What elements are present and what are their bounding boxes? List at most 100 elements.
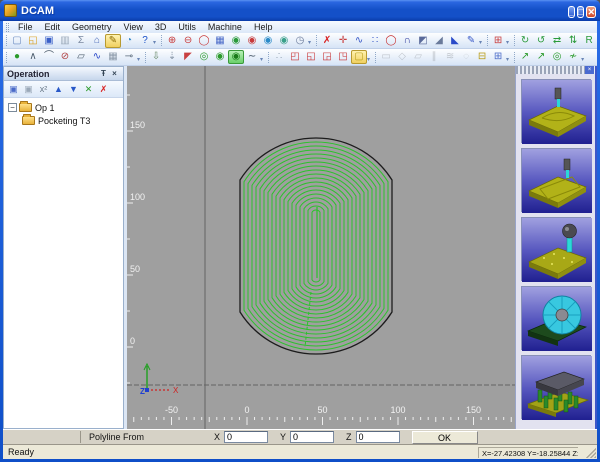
pen-edit-icon[interactable]: ✎ (463, 34, 479, 48)
offset-icon[interactable]: ∩ (399, 34, 415, 48)
pin-group-overflow-icon[interactable]: ▾ (581, 56, 584, 63)
menu-machine[interactable]: Machine (202, 22, 248, 32)
menu-3d[interactable]: 3D (149, 22, 173, 32)
home-view-icon[interactable]: ⌂ (89, 34, 105, 48)
save-file-icon[interactable]: ▣ (41, 34, 57, 48)
pocket-finish-sim-thumb[interactable] (521, 148, 591, 212)
machine-params-2-icon[interactable]: ▣ (21, 82, 36, 96)
file-group-overflow-icon[interactable]: ▾ (153, 39, 156, 46)
view-red-group-overflow-icon[interactable]: ▾ (367, 56, 370, 63)
delete-operation-icon[interactable]: ✗ (96, 82, 111, 96)
trim-icon[interactable]: ◩ (415, 34, 431, 48)
pin-1-icon[interactable]: ↗ (517, 50, 533, 64)
tool-table-icon[interactable]: ⊟ (474, 50, 490, 64)
zoom-out-icon[interactable]: ⊖ (180, 34, 196, 48)
preview-panel-handle[interactable]: × (516, 66, 595, 74)
circle-feature-icon[interactable]: ◎ (196, 50, 212, 64)
help-icon[interactable]: ? (137, 34, 153, 48)
pan-view-icon[interactable]: ◉ (260, 34, 276, 48)
machine-params-icon[interactable]: ▣ (6, 82, 21, 96)
flag-icon[interactable]: ◤ (180, 50, 196, 64)
rotate-r-icon[interactable]: R (581, 34, 597, 48)
y-coordinate-input[interactable] (290, 431, 334, 443)
select-region-icon[interactable]: ∴ (271, 50, 287, 64)
probe-icon[interactable]: ⊸ (121, 50, 137, 64)
polyline-edit-icon[interactable]: ∿ (351, 34, 367, 48)
preview-close-icon[interactable]: × (585, 66, 594, 74)
refresh-icon[interactable]: ◉ (244, 34, 260, 48)
point-icon[interactable]: ● (9, 50, 25, 64)
menu-file[interactable]: File (12, 22, 39, 32)
target-icon[interactable]: ◎ (549, 50, 565, 64)
tree-expander-icon[interactable]: − (8, 103, 17, 112)
menu-help[interactable]: Help (248, 22, 279, 32)
cycle-group-overflow-icon[interactable]: ▾ (260, 56, 263, 63)
drill-cycle-icon[interactable]: ⇩ (148, 50, 164, 64)
redraw-icon[interactable]: ◉ (228, 34, 244, 48)
menu-utils[interactable]: Utils (172, 22, 202, 32)
print-icon[interactable]: ▥ (57, 34, 73, 48)
tap-cycle-icon[interactable]: ⇣ (164, 50, 180, 64)
pocketing-icon[interactable]: ◉ (228, 50, 244, 64)
spline-icon[interactable]: ∿ (89, 50, 105, 64)
edit-group-overflow-icon[interactable]: ▾ (479, 39, 482, 46)
sim-5-icon[interactable]: ≋ (442, 50, 458, 64)
tree-item-pocketing-t3[interactable]: Pocketing T3 (4, 114, 123, 127)
part-fixture-sim-thumb[interactable] (521, 355, 591, 419)
wheel-tool-sim-thumb[interactable] (521, 286, 591, 350)
zoom-group-overflow-icon[interactable]: ▾ (308, 39, 311, 46)
x-coordinate-input[interactable] (224, 431, 268, 443)
web-update-icon[interactable]: ◔ (121, 34, 137, 48)
delete-icon[interactable]: ✗ (319, 34, 335, 48)
arc-icon[interactable]: ⌒ (41, 50, 57, 64)
simulation-group-overflow-icon[interactable]: ▾ (506, 56, 509, 63)
strike-icon[interactable]: ≁ (565, 50, 581, 64)
pocket-rough-sim-thumb[interactable] (521, 79, 591, 143)
move-up-icon[interactable]: ▲ (51, 82, 66, 96)
origin-group-overflow-icon[interactable]: ▾ (506, 39, 509, 46)
sim-6-icon[interactable]: ◌ (458, 50, 474, 64)
tree-item-op-1[interactable]: −Op 1 (4, 101, 123, 114)
zoom-fit-icon[interactable]: ▦ (212, 34, 228, 48)
drawing-canvas[interactable]: 050100150-50050100150XZ (127, 66, 515, 429)
red-view-2-icon[interactable]: ◱ (303, 50, 319, 64)
sim-4-icon[interactable]: ∥ (426, 50, 442, 64)
move-down-icon[interactable]: ▼ (66, 82, 81, 96)
chamfer-icon[interactable]: ◢ (431, 34, 447, 48)
menu-edit[interactable]: Edit (39, 22, 67, 32)
ok-button[interactable]: OK (412, 431, 478, 444)
profile-icon[interactable]: ∼ (244, 50, 260, 64)
blank-active-icon[interactable]: ▢ (351, 50, 367, 64)
toggle-operation-icon[interactable]: ✕ (81, 82, 96, 96)
move-icon[interactable]: ✛ (335, 34, 351, 48)
view-history-icon[interactable]: ◷ (292, 34, 308, 48)
sim-1-icon[interactable]: ▭ (378, 50, 394, 64)
sketch-mode-icon[interactable]: ✎ (105, 34, 121, 48)
circle-pair-icon[interactable]: ◉ (212, 50, 228, 64)
menu-view[interactable]: View (118, 22, 149, 32)
new-file-icon[interactable]: ▢ (9, 34, 25, 48)
report-icon[interactable]: Σ (73, 34, 89, 48)
mirror-v-icon[interactable]: ⇅ (565, 34, 581, 48)
menu-geometry[interactable]: Geometry (66, 22, 118, 32)
picture-icon[interactable]: ▦ (105, 50, 121, 64)
rectangle-icon[interactable]: ▱ (73, 50, 89, 64)
z-coordinate-input[interactable] (356, 431, 400, 443)
open-file-icon[interactable]: ◱ (25, 34, 41, 48)
rotate-ccw-icon[interactable]: ↺ (533, 34, 549, 48)
circle-tool-icon[interactable]: ◯ (383, 34, 399, 48)
rotate-view-icon[interactable]: ◉ (276, 34, 292, 48)
zoom-window-icon[interactable]: ◯ (196, 34, 212, 48)
array-icon[interactable]: ∷ (367, 34, 383, 48)
close-button[interactable]: ✕ (586, 6, 596, 18)
red-view-4-icon[interactable]: ◳ (335, 50, 351, 64)
pin-2-icon[interactable]: ↗ (533, 50, 549, 64)
rotate-cw-icon[interactable]: ↻ (517, 34, 533, 48)
no-circle-icon[interactable]: ⊘ (57, 50, 73, 64)
zoom-in-icon[interactable]: ⊕ (164, 34, 180, 48)
mirror-h-icon[interactable]: ⇄ (549, 34, 565, 48)
tool-info-icon[interactable]: x² (36, 82, 51, 96)
red-view-1-icon[interactable]: ◰ (287, 50, 303, 64)
maximize-button[interactable]: □ (577, 6, 584, 18)
fill-icon[interactable]: ◣ (447, 34, 463, 48)
